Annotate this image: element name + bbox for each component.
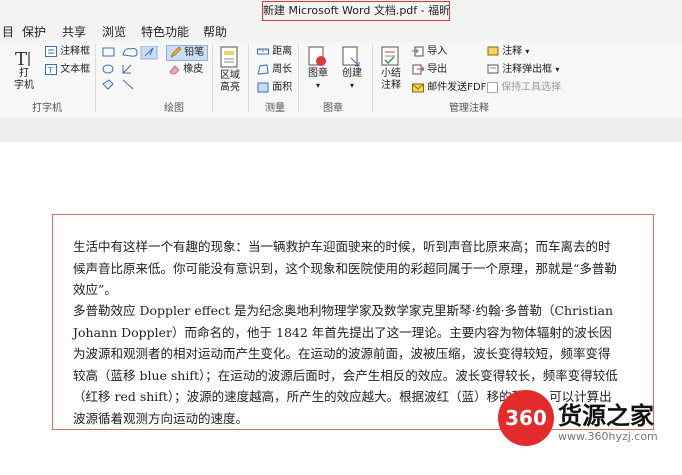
menu-bar: 目 保护 共享 浏览 特色功能 帮助 bbox=[0, 22, 682, 43]
window-title: 新建 Microsoft Word 文档.pdf - 福昕阅读器 bbox=[262, 1, 450, 21]
area-highlight-icon bbox=[220, 46, 238, 68]
eraser-icon bbox=[169, 65, 180, 74]
distance-label: 距离 bbox=[272, 46, 293, 57]
toolbar-strip bbox=[0, 118, 682, 142]
watermark-badge: 360 bbox=[498, 390, 554, 446]
menu-item-partial[interactable]: 目 bbox=[2, 24, 14, 40]
export-label: 导出 bbox=[427, 64, 448, 75]
group-label-typewriter: 打字机 bbox=[32, 103, 62, 114]
typewriter-label: 打 字机 bbox=[14, 68, 34, 91]
group-divider bbox=[95, 44, 96, 112]
area-highlight-button[interactable]: 区域 高亮 bbox=[217, 46, 243, 94]
create-stamp-label: 创建 bbox=[342, 68, 362, 79]
stamp-label: 图章 bbox=[308, 68, 328, 79]
area-measure-label: 面积 bbox=[272, 82, 293, 93]
import-label: 导入 bbox=[427, 46, 448, 57]
group-label-measure: 测量 bbox=[265, 103, 285, 114]
create-dropdown-icon[interactable]: ▾ bbox=[338, 80, 366, 92]
typewriter-button[interactable]: T 打 字机 bbox=[10, 48, 38, 92]
cloud-icon[interactable] bbox=[122, 48, 138, 57]
watermark-name: 货源之家 bbox=[558, 402, 654, 430]
comment-icon bbox=[487, 46, 499, 55]
title-bar: 新建 Microsoft Word 文档.pdf - 福昕阅读器 bbox=[0, 0, 682, 22]
comment-box-icon bbox=[45, 45, 57, 57]
perimeter-button[interactable]: 周长 bbox=[257, 63, 292, 77]
area-measure-button[interactable]: 面积 bbox=[257, 81, 292, 95]
comment-dropdown-icon: ▾ bbox=[525, 47, 530, 56]
import-button[interactable]: 导入 bbox=[412, 45, 447, 59]
ribbon-toolbar: T 打 字机 注释框 T 文本框 打字机 铅笔 橡皮 绘图 区域 高亮 距离 周… bbox=[0, 42, 682, 119]
stamp-dropdown-icon[interactable]: ▾ bbox=[304, 80, 332, 92]
menu-help[interactable]: 帮助 bbox=[203, 24, 227, 40]
stamp-icon bbox=[308, 46, 326, 66]
menu-special-features[interactable]: 特色功能 bbox=[141, 24, 189, 40]
ruler-icon bbox=[257, 48, 269, 54]
comment-popup-dropdown-icon: ▾ bbox=[555, 65, 560, 74]
export-icon bbox=[412, 64, 424, 74]
group-label-manage-comments: 管理注释 bbox=[449, 103, 489, 114]
text-box-button[interactable]: T 文本框 bbox=[45, 63, 90, 77]
menu-browse[interactable]: 浏览 bbox=[102, 24, 126, 40]
group-divider bbox=[372, 44, 373, 112]
pencil-label: 铅笔 bbox=[184, 47, 205, 58]
menu-share[interactable]: 共享 bbox=[62, 24, 86, 40]
export-button[interactable]: 导出 bbox=[412, 63, 447, 77]
perimeter-icon bbox=[257, 63, 269, 75]
svg-text:T: T bbox=[15, 49, 27, 68]
summarize-comments-button[interactable]: 小结 注释 bbox=[377, 46, 405, 92]
import-icon bbox=[412, 46, 424, 56]
summary-icon bbox=[381, 46, 399, 66]
comment-popup-label: 注释弹出框 bbox=[502, 64, 553, 75]
typewriter-icon: T bbox=[15, 49, 30, 68]
rectangle-icon[interactable] bbox=[102, 47, 115, 57]
email-icon bbox=[412, 83, 424, 92]
comment-menu-label: 注释 bbox=[502, 46, 523, 57]
create-stamp-button[interactable]: 创建 ▾ bbox=[338, 46, 366, 92]
checkbox-icon bbox=[487, 81, 498, 93]
comment-box-label: 注释框 bbox=[60, 46, 91, 57]
text-box-label: 文本框 bbox=[60, 64, 91, 75]
group-divider bbox=[248, 44, 249, 112]
pencil-button[interactable]: 铅笔 bbox=[166, 45, 209, 61]
summarize-comments-label: 小结 注释 bbox=[381, 68, 401, 91]
drawing-shapes-palette bbox=[102, 46, 158, 90]
group-label-drawing: 绘图 bbox=[164, 103, 184, 114]
text-box-icon: T bbox=[45, 63, 57, 75]
email-fdf-button[interactable]: 邮件发送FDF bbox=[412, 81, 486, 95]
line-icon[interactable] bbox=[122, 79, 134, 90]
group-divider bbox=[298, 44, 299, 112]
watermark-url: www.360hyzj.com bbox=[558, 430, 658, 443]
area-highlight-label: 区域 高亮 bbox=[220, 70, 240, 93]
group-divider bbox=[212, 44, 213, 112]
comment-popup-button[interactable]: 注释弹出框 ▾ bbox=[487, 63, 559, 77]
eraser-button[interactable]: 橡皮 bbox=[169, 63, 203, 77]
menu-protect[interactable]: 保护 bbox=[22, 24, 46, 40]
watermark: 360 货源之家 www.360hyzj.com bbox=[498, 390, 682, 456]
ellipse-icon[interactable] bbox=[102, 64, 114, 74]
group-label-stamp: 图章 bbox=[323, 103, 343, 114]
create-stamp-icon bbox=[342, 46, 360, 67]
eraser-label: 橡皮 bbox=[183, 64, 204, 75]
keep-tool-checkbox[interactable]: 保持工具选择 bbox=[487, 81, 561, 95]
pencil-icon bbox=[170, 46, 181, 58]
distance-button[interactable]: 距离 bbox=[257, 45, 292, 59]
popup-icon bbox=[487, 64, 499, 73]
arrow-icon[interactable] bbox=[122, 64, 132, 74]
email-fdf-label: 邮件发送FDF bbox=[427, 82, 487, 93]
keep-tool-label: 保持工具选择 bbox=[501, 82, 562, 93]
svg-text:T: T bbox=[47, 66, 53, 75]
stamp-button[interactable]: 图章 ▾ bbox=[304, 46, 332, 92]
paragraph-1: 生活中有这样一个有趣的现象：当一辆救护车迎面驶来的时候，听到声音比原来高；而车离… bbox=[73, 239, 617, 297]
comment-box-button[interactable]: 注释框 bbox=[45, 45, 90, 59]
comment-menu-button[interactable]: 注释 ▾ bbox=[487, 45, 529, 59]
area-icon bbox=[257, 82, 269, 92]
perimeter-label: 周长 bbox=[272, 64, 293, 75]
polygon-icon[interactable] bbox=[102, 79, 114, 90]
